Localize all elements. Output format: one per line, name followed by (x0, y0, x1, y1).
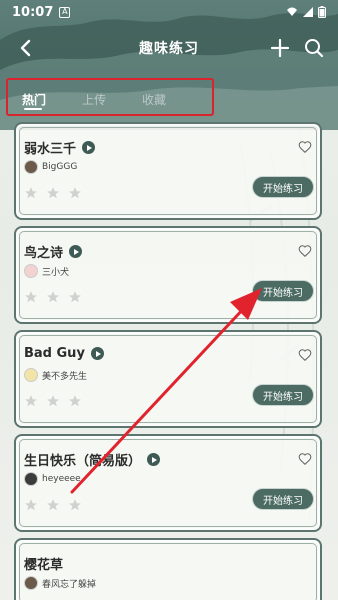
avatar (24, 472, 38, 486)
start-practice-button[interactable]: 开始练习 (252, 384, 314, 406)
star-icon (47, 187, 59, 199)
author-row: 美不多先生 (24, 368, 87, 382)
play-icon[interactable] (82, 141, 96, 154)
difficulty-stars (24, 186, 82, 200)
star-icon (69, 499, 81, 511)
author-name: 三小犬 (42, 267, 70, 278)
search-icon[interactable] (302, 36, 326, 60)
avatar (24, 576, 38, 590)
star-icon (25, 187, 37, 199)
heart-icon[interactable] (298, 140, 312, 154)
song-card[interactable]: 弱水三千 BigGGG 开始练习 (14, 122, 322, 220)
status-bar: 10:07 A (0, 0, 338, 24)
star-icon (47, 395, 59, 407)
signal-icon (303, 7, 313, 17)
star-icon (47, 499, 59, 511)
play-icon[interactable] (69, 245, 83, 258)
song-title-row: 樱花草 (24, 554, 63, 573)
star-icon (69, 187, 81, 199)
song-title: 弱水三千 (24, 142, 77, 157)
star-icon (25, 395, 37, 407)
song-title-row: 生日快乐（简易版） (24, 450, 161, 469)
top-app-bar: 趣味练习 (0, 30, 338, 66)
star-icon (69, 395, 81, 407)
heart-icon[interactable] (298, 244, 312, 258)
song-title-row: Bad Guy (24, 346, 104, 361)
tab-upload[interactable]: 上传 (74, 82, 134, 112)
star-icon (47, 291, 59, 303)
author-name: 春风忘了躲掉 (42, 579, 97, 590)
author-row: 春风忘了躲掉 (24, 576, 96, 590)
battery-icon (318, 6, 326, 18)
difficulty-stars (24, 394, 82, 408)
song-title: 生日快乐（简易版） (24, 454, 142, 469)
tab-favorites[interactable]: 收藏 (134, 82, 194, 112)
song-card[interactable]: 生日快乐（简易版） heyeeee 开始练习 (14, 434, 322, 532)
author-row: BigGGG (24, 160, 77, 174)
song-card[interactable]: Bad Guy 美不多先生 开始练习 (14, 330, 322, 428)
star-icon (69, 291, 81, 303)
play-icon[interactable] (90, 347, 104, 360)
play-icon[interactable] (147, 453, 161, 466)
song-card[interactable]: 樱花草 春风忘了躲掉 (14, 538, 322, 600)
start-practice-button[interactable]: 开始练习 (252, 280, 314, 302)
difficulty-stars (24, 290, 82, 304)
song-title-row: 弱水三千 (24, 138, 96, 157)
song-title: Bad Guy (24, 346, 85, 361)
heart-icon[interactable] (298, 348, 312, 362)
author-row: 三小犬 (24, 264, 69, 278)
notification-a-icon: A (59, 6, 71, 18)
author-name: BigGGG (42, 162, 78, 172)
avatar (24, 264, 38, 278)
category-tabs: 热门 上传 收藏 (14, 82, 194, 112)
author-name: heyeeee (42, 474, 81, 484)
song-title: 鸟之诗 (24, 246, 64, 261)
tab-hot[interactable]: 热门 (14, 82, 74, 112)
status-time: 10:07 (12, 4, 54, 20)
author-row: heyeeee (24, 472, 81, 486)
song-card[interactable]: 鸟之诗 三小犬 开始练习 (14, 226, 322, 324)
song-title-row: 鸟之诗 (24, 242, 83, 261)
start-practice-button[interactable]: 开始练习 (252, 488, 314, 510)
song-title: 樱花草 (24, 558, 64, 573)
back-arrow-icon[interactable] (14, 36, 38, 60)
wifi-icon (287, 7, 297, 16)
add-icon[interactable] (268, 36, 292, 60)
start-practice-button[interactable]: 开始练习 (252, 176, 314, 198)
avatar (24, 160, 38, 174)
avatar (24, 368, 38, 382)
heart-icon[interactable] (298, 452, 312, 466)
page-title: 趣味练习 (139, 41, 199, 57)
star-icon (25, 499, 37, 511)
difficulty-stars (24, 498, 82, 512)
author-name: 美不多先生 (42, 371, 88, 382)
star-icon (25, 291, 37, 303)
